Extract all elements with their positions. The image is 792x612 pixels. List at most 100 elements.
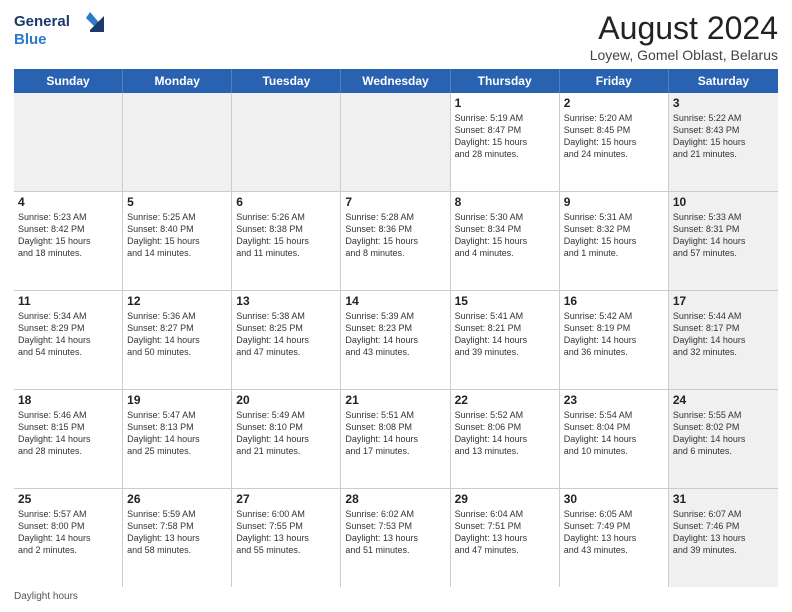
cal-cell-3-2: 20Sunrise: 5:49 AM Sunset: 8:10 PM Dayli… — [232, 390, 341, 488]
title-block: August 2024 Loyew, Gomel Oblast, Belarus — [590, 10, 778, 63]
cal-cell-1-3: 7 Sunrise: 5:28 AM Sunset: 8:36 PM Daylig… — [341, 192, 450, 290]
day-number: 4 — [18, 195, 118, 209]
cal-cell-2-3: 14 Sunrise: 5:39 AM Sunset: 8:23 PM Dayli… — [341, 291, 450, 389]
page-title: August 2024 — [590, 10, 778, 47]
day-number: 17 — [673, 294, 774, 308]
cal-cell-0-5: 2 Sunrise: 5:20 AM Sunset: 8:45 PM Daylig… — [560, 93, 669, 191]
day-number: 15 — [455, 294, 555, 308]
svg-text:Blue: Blue — [14, 31, 47, 48]
day-number: 20 — [236, 393, 336, 407]
day-number: 29 — [455, 492, 555, 506]
day-info: Sunrise: 6:05 AM Sunset: 7:49 PM Dayligh… — [564, 508, 664, 557]
day-number: 26 — [127, 492, 227, 506]
day-info: Sunrise: 6:04 AM Sunset: 7:51 PM Dayligh… — [455, 508, 555, 557]
day-info: Sunrise: 5:20 AM Sunset: 8:45 PM Dayligh… — [564, 112, 664, 161]
page-subtitle: Loyew, Gomel Oblast, Belarus — [590, 47, 778, 63]
day-number: 27 — [236, 492, 336, 506]
header-cell-friday: Friday — [560, 69, 669, 93]
cal-cell-4-4: 29 Sunrise: 6:04 AM Sunset: 7:51 PM Dayli… — [451, 489, 560, 587]
day-number: 1 — [455, 96, 555, 110]
cal-cell-4-1: 26 Sunrise: 5:59 AM Sunset: 7:58 PM Dayli… — [123, 489, 232, 587]
day-info: Sunrise: 5:34 AM Sunset: 8:29 PM Dayligh… — [18, 310, 118, 359]
cal-cell-4-3: 28 Sunrise: 6:02 AM Sunset: 7:53 PM Dayli… — [341, 489, 450, 587]
cal-cell-2-2: 13Sunrise: 5:38 AM Sunset: 8:25 PM Dayli… — [232, 291, 341, 389]
cal-cell-1-1: 5 Sunrise: 5:25 AM Sunset: 8:40 PM Daylig… — [123, 192, 232, 290]
header-cell-tuesday: Tuesday — [232, 69, 341, 93]
day-info: Sunrise: 5:36 AM Sunset: 8:27 PM Dayligh… — [127, 310, 227, 359]
cal-cell-1-5: 9 Sunrise: 5:31 AM Sunset: 8:32 PM Daylig… — [560, 192, 669, 290]
day-number: 3 — [673, 96, 774, 110]
day-number: 30 — [564, 492, 664, 506]
day-info: Sunrise: 5:19 AM Sunset: 8:47 PM Dayligh… — [455, 112, 555, 161]
cal-cell-0-2 — [232, 93, 341, 191]
svg-text:General: General — [14, 13, 70, 30]
day-info: Sunrise: 5:47 AM Sunset: 8:13 PM Dayligh… — [127, 409, 227, 458]
day-info: Sunrise: 6:07 AM Sunset: 7:46 PM Dayligh… — [673, 508, 774, 557]
day-number: 31 — [673, 492, 774, 506]
day-number: 10 — [673, 195, 774, 209]
footer-text: Daylight hours — [14, 591, 78, 602]
day-info: Sunrise: 5:57 AM Sunset: 8:00 PM Dayligh… — [18, 508, 118, 557]
cal-cell-0-3 — [341, 93, 450, 191]
logo-svg: General Blue — [14, 10, 104, 52]
day-number: 18 — [18, 393, 118, 407]
calendar-row-5: 25 Sunrise: 5:57 AM Sunset: 8:00 PM Dayli… — [14, 489, 778, 587]
day-number: 6 — [236, 195, 336, 209]
header-cell-sunday: Sunday — [14, 69, 123, 93]
cal-cell-0-6: 3 Sunrise: 5:22 AM Sunset: 8:43 PM Daylig… — [669, 93, 778, 191]
day-number: 11 — [18, 294, 118, 308]
day-info: Sunrise: 5:23 AM Sunset: 8:42 PM Dayligh… — [18, 211, 118, 260]
day-info: Sunrise: 5:31 AM Sunset: 8:32 PM Dayligh… — [564, 211, 664, 260]
calendar-row-4: 18 Sunrise: 5:46 AM Sunset: 8:15 PM Dayli… — [14, 390, 778, 489]
day-number: 23 — [564, 393, 664, 407]
header: General Blue August 2024 Loyew, Gomel Ob… — [14, 10, 778, 63]
cal-cell-3-0: 18 Sunrise: 5:46 AM Sunset: 8:15 PM Dayli… — [14, 390, 123, 488]
day-info: Sunrise: 5:55 AM Sunset: 8:02 PM Dayligh… — [673, 409, 774, 458]
day-info: Sunrise: 6:02 AM Sunset: 7:53 PM Dayligh… — [345, 508, 445, 557]
cal-cell-1-2: 6Sunrise: 5:26 AM Sunset: 8:38 PM Daylig… — [232, 192, 341, 290]
day-number: 28 — [345, 492, 445, 506]
cal-cell-2-5: 16 Sunrise: 5:42 AM Sunset: 8:19 PM Dayli… — [560, 291, 669, 389]
day-number: 24 — [673, 393, 774, 407]
calendar: SundayMondayTuesdayWednesdayThursdayFrid… — [14, 69, 778, 587]
day-number: 5 — [127, 195, 227, 209]
cal-cell-2-4: 15Sunrise: 5:41 AM Sunset: 8:21 PM Dayli… — [451, 291, 560, 389]
logo: General Blue — [14, 10, 104, 52]
cal-cell-4-6: 31 Sunrise: 6:07 AM Sunset: 7:46 PM Dayli… — [669, 489, 778, 587]
day-number: 22 — [455, 393, 555, 407]
cal-cell-4-2: 27Sunrise: 6:00 AM Sunset: 7:55 PM Dayli… — [232, 489, 341, 587]
day-info: Sunrise: 5:46 AM Sunset: 8:15 PM Dayligh… — [18, 409, 118, 458]
cal-cell-1-6: 10 Sunrise: 5:33 AM Sunset: 8:31 PM Dayli… — [669, 192, 778, 290]
calendar-header: SundayMondayTuesdayWednesdayThursdayFrid… — [14, 69, 778, 93]
day-info: Sunrise: 5:33 AM Sunset: 8:31 PM Dayligh… — [673, 211, 774, 260]
day-number: 12 — [127, 294, 227, 308]
page: General Blue August 2024 Loyew, Gomel Ob… — [0, 0, 792, 612]
cal-cell-3-6: 24 Sunrise: 5:55 AM Sunset: 8:02 PM Dayli… — [669, 390, 778, 488]
day-info: Sunrise: 5:42 AM Sunset: 8:19 PM Dayligh… — [564, 310, 664, 359]
cal-cell-0-0 — [14, 93, 123, 191]
header-cell-saturday: Saturday — [669, 69, 778, 93]
day-info: Sunrise: 5:28 AM Sunset: 8:36 PM Dayligh… — [345, 211, 445, 260]
day-number: 25 — [18, 492, 118, 506]
day-number: 14 — [345, 294, 445, 308]
day-info: Sunrise: 5:22 AM Sunset: 8:43 PM Dayligh… — [673, 112, 774, 161]
day-number: 9 — [564, 195, 664, 209]
day-number: 21 — [345, 393, 445, 407]
cal-cell-3-3: 21 Sunrise: 5:51 AM Sunset: 8:08 PM Dayli… — [341, 390, 450, 488]
day-info: Sunrise: 5:51 AM Sunset: 8:08 PM Dayligh… — [345, 409, 445, 458]
header-cell-wednesday: Wednesday — [341, 69, 450, 93]
header-cell-monday: Monday — [123, 69, 232, 93]
day-number: 7 — [345, 195, 445, 209]
day-number: 16 — [564, 294, 664, 308]
calendar-row-1: 1 Sunrise: 5:19 AM Sunset: 8:47 PM Daylig… — [14, 93, 778, 192]
day-info: Sunrise: 5:52 AM Sunset: 8:06 PM Dayligh… — [455, 409, 555, 458]
day-info: Sunrise: 5:59 AM Sunset: 7:58 PM Dayligh… — [127, 508, 227, 557]
day-number: 2 — [564, 96, 664, 110]
day-info: Sunrise: 5:38 AM Sunset: 8:25 PM Dayligh… — [236, 310, 336, 359]
cal-cell-3-4: 22 Sunrise: 5:52 AM Sunset: 8:06 PM Dayli… — [451, 390, 560, 488]
day-info: Sunrise: 5:39 AM Sunset: 8:23 PM Dayligh… — [345, 310, 445, 359]
cal-cell-2-0: 11 Sunrise: 5:34 AM Sunset: 8:29 PM Dayli… — [14, 291, 123, 389]
day-info: Sunrise: 5:25 AM Sunset: 8:40 PM Dayligh… — [127, 211, 227, 260]
calendar-row-2: 4 Sunrise: 5:23 AM Sunset: 8:42 PM Daylig… — [14, 192, 778, 291]
day-info: Sunrise: 5:30 AM Sunset: 8:34 PM Dayligh… — [455, 211, 555, 260]
